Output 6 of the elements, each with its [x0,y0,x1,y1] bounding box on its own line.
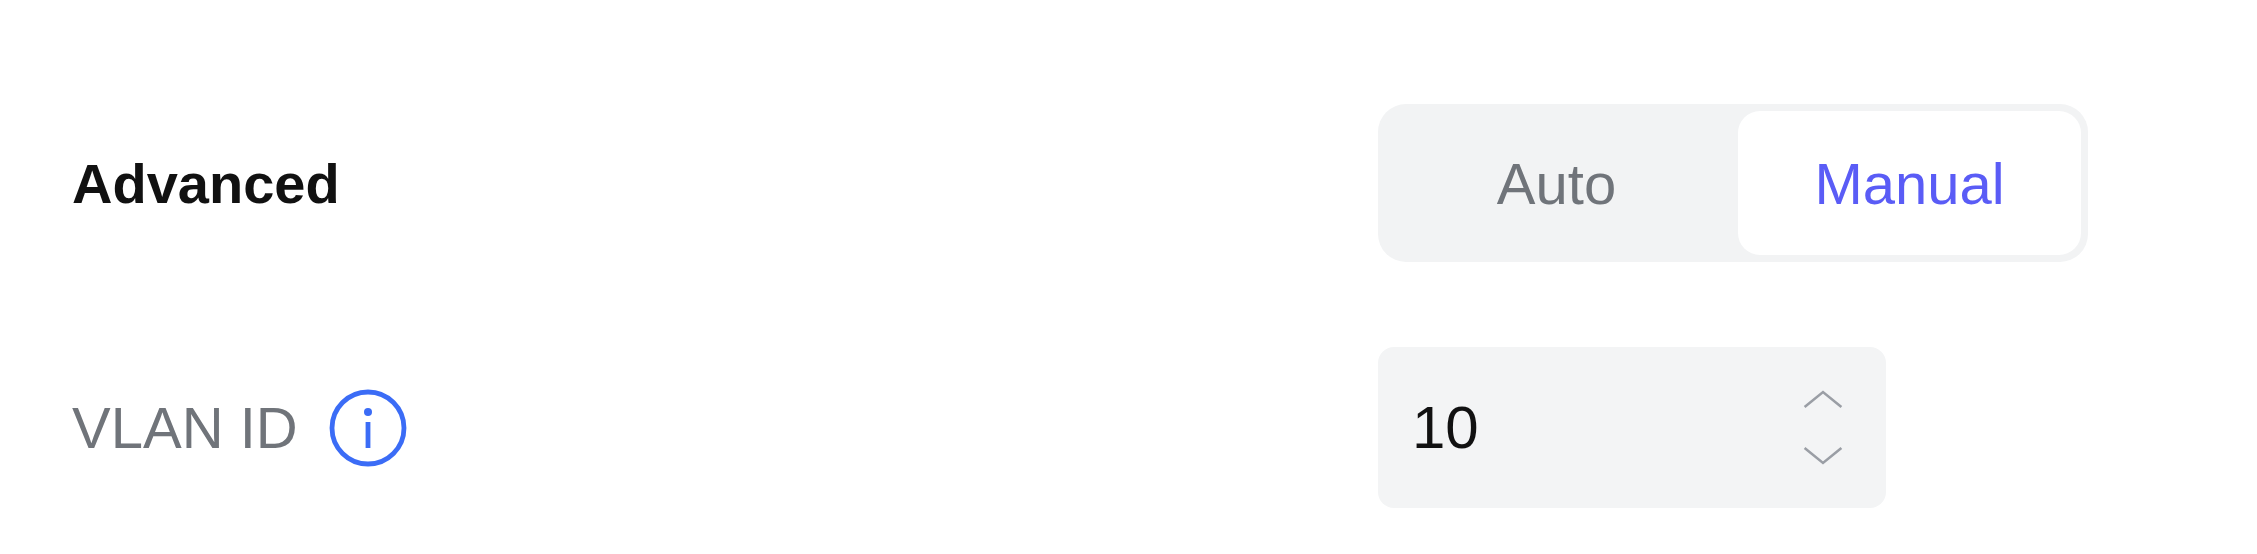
number-field[interactable]: 10 [1378,347,1886,508]
info-icon[interactable] [327,387,408,468]
field-label: VLAN ID [72,394,298,461]
section-title: Advanced [72,150,340,216]
mode-option[interactable]: Manual [1738,111,2081,255]
mode-option[interactable]: Auto [1385,111,1728,255]
